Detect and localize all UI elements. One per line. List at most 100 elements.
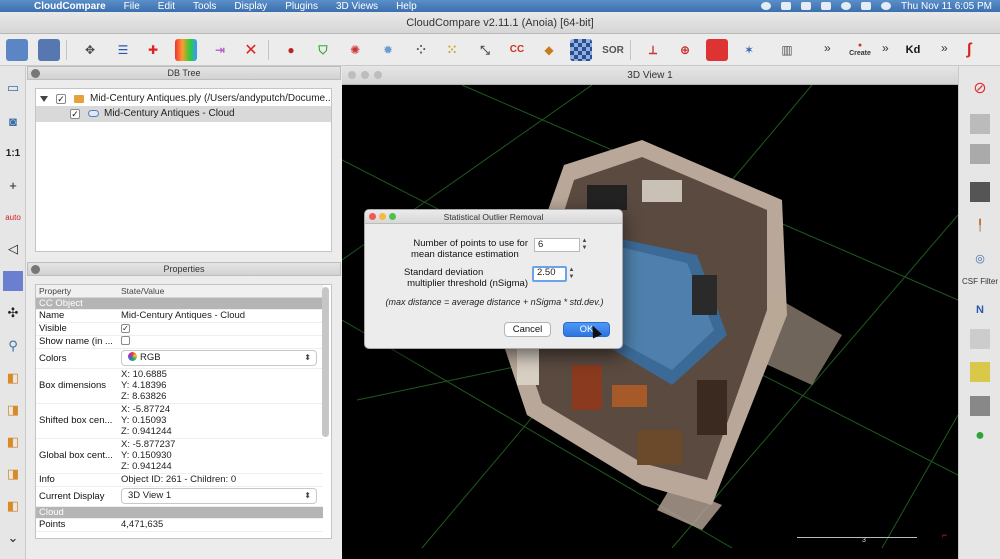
points-spin-arrows-icon[interactable]: ▲ ▼ (581, 238, 588, 252)
search-icon[interactable] (841, 2, 852, 10)
segment-icon[interactable]: ◆ (538, 39, 560, 61)
view-back-icon[interactable]: ◨ (3, 464, 23, 484)
save-icon[interactable] (38, 39, 60, 61)
scale-bar-label: 3 (862, 537, 866, 544)
view-right-icon[interactable]: ◧ (3, 496, 23, 516)
m3c2-icon[interactable] (970, 362, 990, 382)
plugin-icon[interactable] (970, 144, 990, 164)
box-icon[interactable] (706, 39, 728, 61)
menu-app-name[interactable]: CloudCompare (30, 1, 115, 12)
pivot-icon[interactable]: + (3, 175, 23, 195)
list-icon[interactable]: ☰ (112, 39, 134, 61)
control-center-icon[interactable] (861, 2, 872, 10)
normal-n-icon[interactable]: N (970, 300, 990, 320)
menu-display[interactable]: Display (225, 1, 276, 12)
panel-close-icon[interactable] (31, 69, 40, 78)
menu-plugins[interactable]: Plugins (276, 1, 327, 12)
tree-item-cloud[interactable]: ✓ Mid-Century Antiques - Cloud (36, 106, 331, 122)
green-blob-icon[interactable]: ● (970, 426, 990, 446)
dialog-window-controls[interactable] (369, 213, 396, 220)
menu-edit[interactable]: Edit (149, 1, 184, 12)
animation-icon[interactable] (970, 182, 990, 202)
view-front-icon[interactable]: ◨ (3, 400, 23, 420)
translate-icon[interactable]: ✣ (3, 303, 23, 323)
view-top-icon[interactable]: ◧ (3, 368, 23, 388)
menu-3d-views[interactable]: 3D Views (327, 1, 387, 12)
window-controls[interactable] (348, 71, 382, 79)
camera-icon[interactable]: ◙ (3, 111, 23, 131)
histogram-icon[interactable]: ▥ (776, 39, 798, 61)
curve-icon[interactable]: ʃ (958, 39, 980, 61)
merge-clouds-icon[interactable] (175, 39, 197, 61)
curvature-icon[interactable]: ✹ (377, 39, 399, 61)
zoom-1to1-icon[interactable]: 1:1 (3, 143, 23, 163)
menu-tools[interactable]: Tools (184, 1, 225, 12)
toolbar-more-icon-3[interactable]: » (941, 41, 948, 55)
distance-icon[interactable]: ⁙ (441, 39, 463, 61)
kd-tree-icon[interactable]: Kd (902, 39, 924, 61)
sf-gradient-icon[interactable]: ✺ (344, 39, 366, 61)
colors-select[interactable]: RGB ⬍ (121, 350, 317, 366)
display-icon[interactable]: ▭ (3, 78, 23, 98)
brush-icon[interactable]: ╿ (970, 215, 990, 235)
tree-checkbox[interactable]: ✓ (70, 109, 80, 119)
sync-views-icon[interactable]: ✥ (79, 39, 101, 61)
rasterize-icon[interactable] (570, 39, 592, 61)
col-value[interactable]: State/Value (118, 285, 323, 298)
expand-arrow-icon[interactable] (40, 96, 48, 102)
toolbar-more-icon-2[interactable]: » (882, 41, 889, 55)
normals-icon[interactable]: ● (280, 39, 302, 61)
show-name-checkbox[interactable] (121, 335, 130, 345)
no-entry-icon[interactable]: ⊘ (970, 78, 990, 98)
connected-components-icon[interactable]: CC (506, 39, 528, 61)
tree-item-file[interactable]: ✓ Mid-Century Antiques.ply (/Users/andyp… (36, 91, 331, 107)
menu-file[interactable]: File (115, 1, 149, 12)
menu-help[interactable]: Help (387, 1, 426, 12)
prop-shifted-center-value: X: -5.87724 Y: 0.15093 Z: 0.941244 (118, 403, 323, 439)
cancel-button[interactable]: Cancel (504, 322, 551, 337)
compass-icon[interactable]: ◎ (970, 248, 990, 268)
hidden-point-icon[interactable] (970, 329, 990, 349)
properties-table: Property State/Value CC Object Name Mid-… (35, 284, 332, 539)
sor-filter-icon[interactable]: SOR (602, 39, 624, 61)
properties-scrollbar[interactable] (322, 287, 329, 437)
pick-point-icon[interactable]: ⟂ (642, 39, 664, 61)
wifi-icon[interactable] (821, 2, 832, 10)
pcv-icon[interactable] (970, 396, 990, 416)
points-spinbox[interactable]: 6 (534, 238, 580, 252)
nsigma-spin-arrows-icon[interactable]: ▲ ▼ (568, 267, 575, 281)
crosshair-icon[interactable]: ⊕ (674, 39, 696, 61)
shield-icon[interactable]: ⛉ (312, 39, 334, 61)
toolbar-more-icon[interactable]: » (824, 41, 831, 55)
translate-rotate-icon[interactable]: ✚ (142, 39, 164, 61)
db-tree[interactable]: ✓ Mid-Century Antiques.ply (/Users/andyp… (35, 88, 332, 252)
ok-button[interactable]: OK (563, 322, 610, 337)
menubar-clock[interactable]: Thu Nov 11 6:05 PM (901, 1, 992, 12)
auto-pivot-icon[interactable]: auto (3, 207, 23, 227)
csf-filter-label[interactable]: CSF Filter (959, 277, 1000, 286)
delete-icon[interactable]: ✕ (240, 39, 262, 61)
record-icon[interactable] (761, 2, 772, 10)
prop-name-value[interactable]: Mid-Century Antiques - Cloud (118, 309, 323, 323)
point-density-icon[interactable]: ⁘ (410, 39, 432, 61)
current-display-select[interactable]: 3D View 1 ⬍ (121, 488, 317, 504)
bluetooth-icon[interactable] (781, 2, 792, 10)
compare-icon[interactable] (970, 114, 990, 134)
scale-icon[interactable]: ✶ (738, 39, 760, 61)
open-file-icon[interactable] (6, 39, 28, 61)
nsigma-spinbox[interactable]: 2.50 (532, 266, 567, 282)
subsample-icon[interactable]: ⇥ (209, 39, 231, 61)
user-icon[interactable] (881, 2, 892, 10)
expand-more-icon[interactable]: ⌄ (3, 528, 23, 548)
battery-icon[interactable] (801, 2, 812, 10)
canupo-create-icon[interactable]: ● Create (848, 39, 872, 61)
viewer-icon[interactable] (3, 271, 23, 291)
projection-icon[interactable]: ⤡ (474, 39, 496, 61)
zoom-icon[interactable]: ⚲ (3, 336, 23, 356)
panel-close-icon[interactable] (31, 265, 40, 274)
perspective-icon[interactable]: ◁ (3, 239, 23, 259)
col-property[interactable]: Property (36, 285, 118, 298)
visible-checkbox[interactable]: ✓ (121, 324, 130, 333)
tree-checkbox[interactable]: ✓ (56, 94, 66, 104)
view-left-icon[interactable]: ◧ (3, 432, 23, 452)
